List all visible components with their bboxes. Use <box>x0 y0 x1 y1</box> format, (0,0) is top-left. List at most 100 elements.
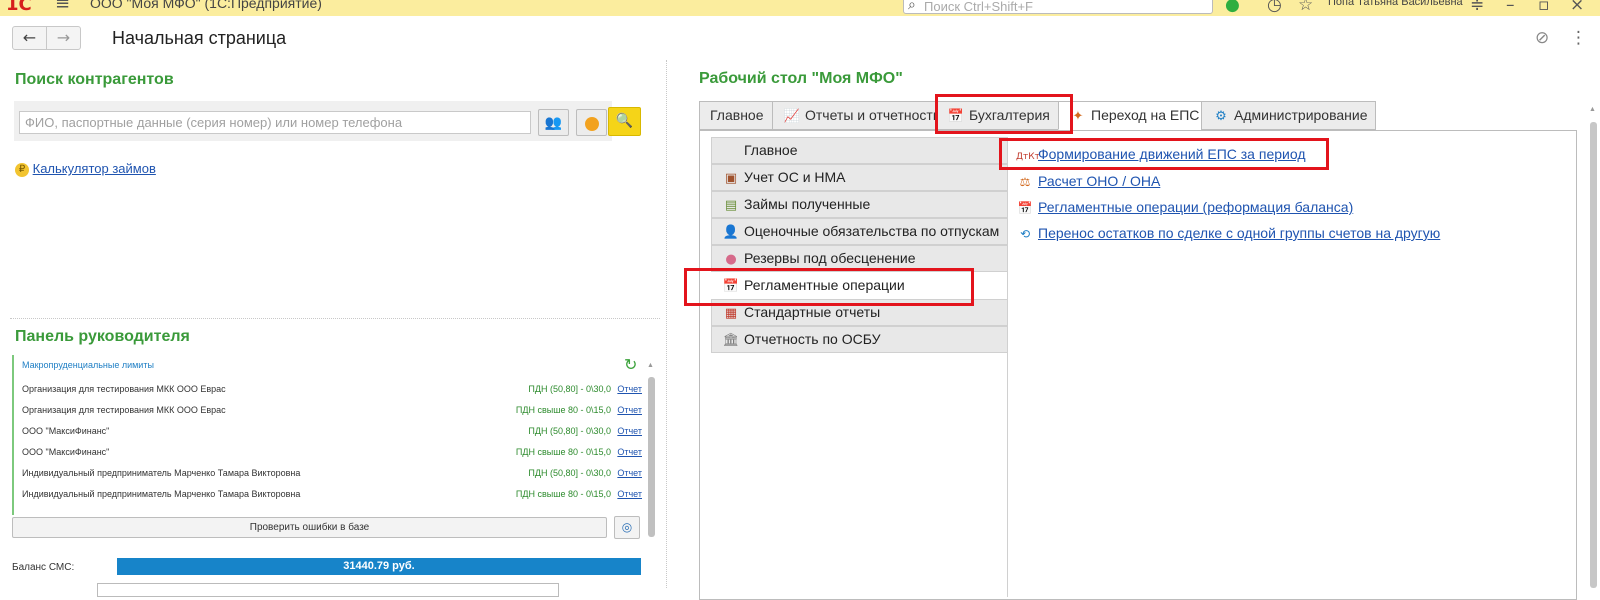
limit-value: ПДН (50,80] - 0\30,0 <box>528 426 611 436</box>
limit-value: ПДН свыше 80 - 0\15,0 <box>515 489 611 499</box>
desktop-scrollbar[interactable] <box>1590 122 1597 588</box>
section-divider <box>10 318 660 319</box>
section-nav-label: Стандартные отчеты <box>744 304 881 320</box>
settings-icon[interactable]: ≑ <box>1470 0 1484 15</box>
counterparty-search-input[interactable]: ФИО, паспортные данные (серия номер) или… <box>19 111 531 134</box>
manager-panel-scrollbar[interactable] <box>648 377 655 537</box>
commands-divider <box>1007 137 1008 597</box>
ruble-coin-icon: ₽ <box>15 162 29 177</box>
highlight-regulatory-ops <box>684 268 974 306</box>
command-label[interactable]: Регламентные операции (реформация баланс… <box>1038 199 1353 215</box>
person-check-icon: 👤 <box>722 225 740 240</box>
limit-report-link[interactable]: Отчет <box>617 468 642 478</box>
limit-report-link[interactable]: Отчет <box>617 447 642 457</box>
check-db-errors-button[interactable]: Проверить ошибки в базе <box>12 517 607 538</box>
limit-row: Организация для тестирования МКК ООО Евр… <box>22 405 642 419</box>
limit-row: Организация для тестирования МКК ООО Евр… <box>22 384 642 398</box>
scan-document-button[interactable] <box>576 109 607 136</box>
limit-value: ПДН (50,80] - 0\30,0 <box>528 384 611 394</box>
limit-value: ПДН (50,80] - 0\30,0 <box>528 468 611 478</box>
manager-panel-title: Панель руководителя <box>15 328 190 345</box>
more-actions-icon[interactable]: ⋮ <box>1570 28 1587 48</box>
limit-org: Организация для тестирования МКК ООО Евр… <box>22 405 226 415</box>
favorites-icon[interactable]: ☆ <box>1298 0 1313 15</box>
db-check-icon-button[interactable]: ◎ <box>614 516 640 539</box>
back-button[interactable]: ← <box>12 26 47 50</box>
limit-report-link[interactable]: Отчет <box>617 384 642 394</box>
sms-balance-label: Баланс СМС: <box>12 562 75 573</box>
page-title: Начальная страница <box>112 28 287 48</box>
macro-limits-header: Макропруденциальные лимиты <box>22 360 154 370</box>
limit-report-link[interactable]: Отчет <box>617 405 642 415</box>
limit-value: ПДН свыше 80 - 0\15,0 <box>515 405 611 415</box>
app-topbar: 1С ≡ ООО "Моя МФО" (1С:Предприятие) ⌕ По… <box>0 0 1600 16</box>
gear-icon: ⚙ <box>1215 109 1227 124</box>
sms-balance-value: 31440.79 руб. <box>117 558 641 575</box>
section-nav-item[interactable]: 👤 Оценочные обязательства по отпускам <box>711 218 1008 245</box>
main-menu-icon[interactable]: ≡ <box>55 0 70 14</box>
tab-administration[interactable]: ⚙ Администрирование <box>1201 101 1376 130</box>
current-user[interactable]: Попа Татьяна Васильевна <box>1328 0 1463 8</box>
limit-value: ПДН свыше 80 - 0\15,0 <box>515 447 611 457</box>
section-nav-label: Главное <box>744 142 798 158</box>
limit-row: Индивидуальный предприниматель Марченко … <box>22 468 642 482</box>
limit-report-link[interactable]: Отчет <box>617 489 642 499</box>
scroll-up-icon[interactable]: ▲ <box>647 362 654 369</box>
refresh-icon[interactable]: ↻ <box>624 355 637 374</box>
tab-label: Главное <box>710 107 764 123</box>
link-icon[interactable]: ⊘ <box>1535 28 1549 48</box>
limit-row: ООО "МаксиФинанс" ПДН свыше 80 - 0\15,0 … <box>22 447 642 461</box>
bottom-field[interactable] <box>97 583 559 597</box>
tab-label: Администрирование <box>1234 107 1368 123</box>
section-nav-item[interactable]: 🏛 Отчетность по ОСБУ <box>711 326 1008 353</box>
limit-org: Индивидуальный предприниматель Марченко … <box>22 489 301 499</box>
history-icon[interactable]: ◷ <box>1267 0 1282 15</box>
command-label[interactable]: Перенос остатков по сделке с одной групп… <box>1038 225 1440 241</box>
command-link[interactable]: ⟲ Перенос остатков по сделке с одной груп… <box>1016 225 1440 241</box>
limit-org: Индивидуальный предприниматель Марченко … <box>22 468 301 478</box>
minimize-icon[interactable]: – <box>1506 0 1515 15</box>
loan-calculator-label[interactable]: Калькулятор займов <box>33 161 156 176</box>
limit-row: Индивидуальный предприниматель Марченко … <box>22 489 642 503</box>
global-search-input[interactable]: ⌕ Поиск Ctrl+Shift+F <box>903 0 1213 14</box>
limit-org: Организация для тестирования МКК ООО Евр… <box>22 384 226 394</box>
global-search-placeholder: Поиск Ctrl+Shift+F <box>924 0 1033 14</box>
section-nav-label: Резервы под обесценение <box>744 250 916 266</box>
loan-icon: ▤ <box>724 198 738 213</box>
maximize-icon[interactable]: ▫ <box>1538 0 1550 15</box>
limit-org: ООО "МаксиФинанс" <box>22 426 110 436</box>
loan-calculator-link[interactable]: ₽ Калькулятор займов <box>15 161 156 177</box>
tab-eps-transition[interactable]: ✦ Переход на ЕПС <box>1058 101 1202 130</box>
chart-icon: 📈 <box>783 109 801 124</box>
section-nav-label: Учет ОС и НМА <box>744 169 846 185</box>
section-nav-item[interactable]: ▤ Займы полученные <box>711 191 1008 218</box>
people-icon: 👥 <box>544 115 563 131</box>
section-nav-item[interactable]: ▣ Учет ОС и НМА <box>711 164 1008 191</box>
forward-button[interactable]: → <box>46 26 81 50</box>
highlight-accounting-tab <box>935 94 1073 134</box>
section-nav-item[interactable]: Главное <box>711 137 1008 164</box>
tab-label: Отчеты и отчетность <box>805 107 941 123</box>
counterparty-select-button[interactable]: 👥 <box>538 109 569 136</box>
search-button[interactable]: 🔍 <box>608 107 641 136</box>
highlight-eps-command <box>999 138 1329 170</box>
close-icon[interactable]: × <box>1570 0 1584 15</box>
scales-icon: ⚖ <box>1019 175 1031 189</box>
transfer-icon: ⟲ <box>1019 227 1031 241</box>
limit-row: ООО "МаксиФинанс" ПДН (50,80] - 0\30,0 О… <box>22 426 642 440</box>
scroll-up-icon[interactable]: ▲ <box>1589 106 1596 113</box>
section-nav-label: Оценочные обязательства по отпускам <box>744 223 1000 239</box>
limit-report-link[interactable]: Отчет <box>617 426 642 436</box>
command-link[interactable]: 📅 Регламентные операции (реформация балан… <box>1016 199 1354 215</box>
section-nav-label: Займы полученные <box>744 196 871 212</box>
column-divider <box>666 60 667 588</box>
section-nav-label: Отчетность по ОСБУ <box>744 331 881 347</box>
coin-icon <box>584 116 599 131</box>
tab-main[interactable]: Главное <box>699 101 773 130</box>
bank-icon: 🏛 <box>722 333 740 348</box>
limit-org: ООО "МаксиФинанс" <box>22 447 110 457</box>
tab-reports[interactable]: 📈 Отчеты и отчетность <box>772 101 941 130</box>
command-label[interactable]: Расчет ОНО / ОНА <box>1038 173 1160 189</box>
command-link[interactable]: ⚖ Расчет ОНО / ОНА <box>1016 173 1161 189</box>
notifications-icon[interactable]: ● <box>1225 0 1240 15</box>
